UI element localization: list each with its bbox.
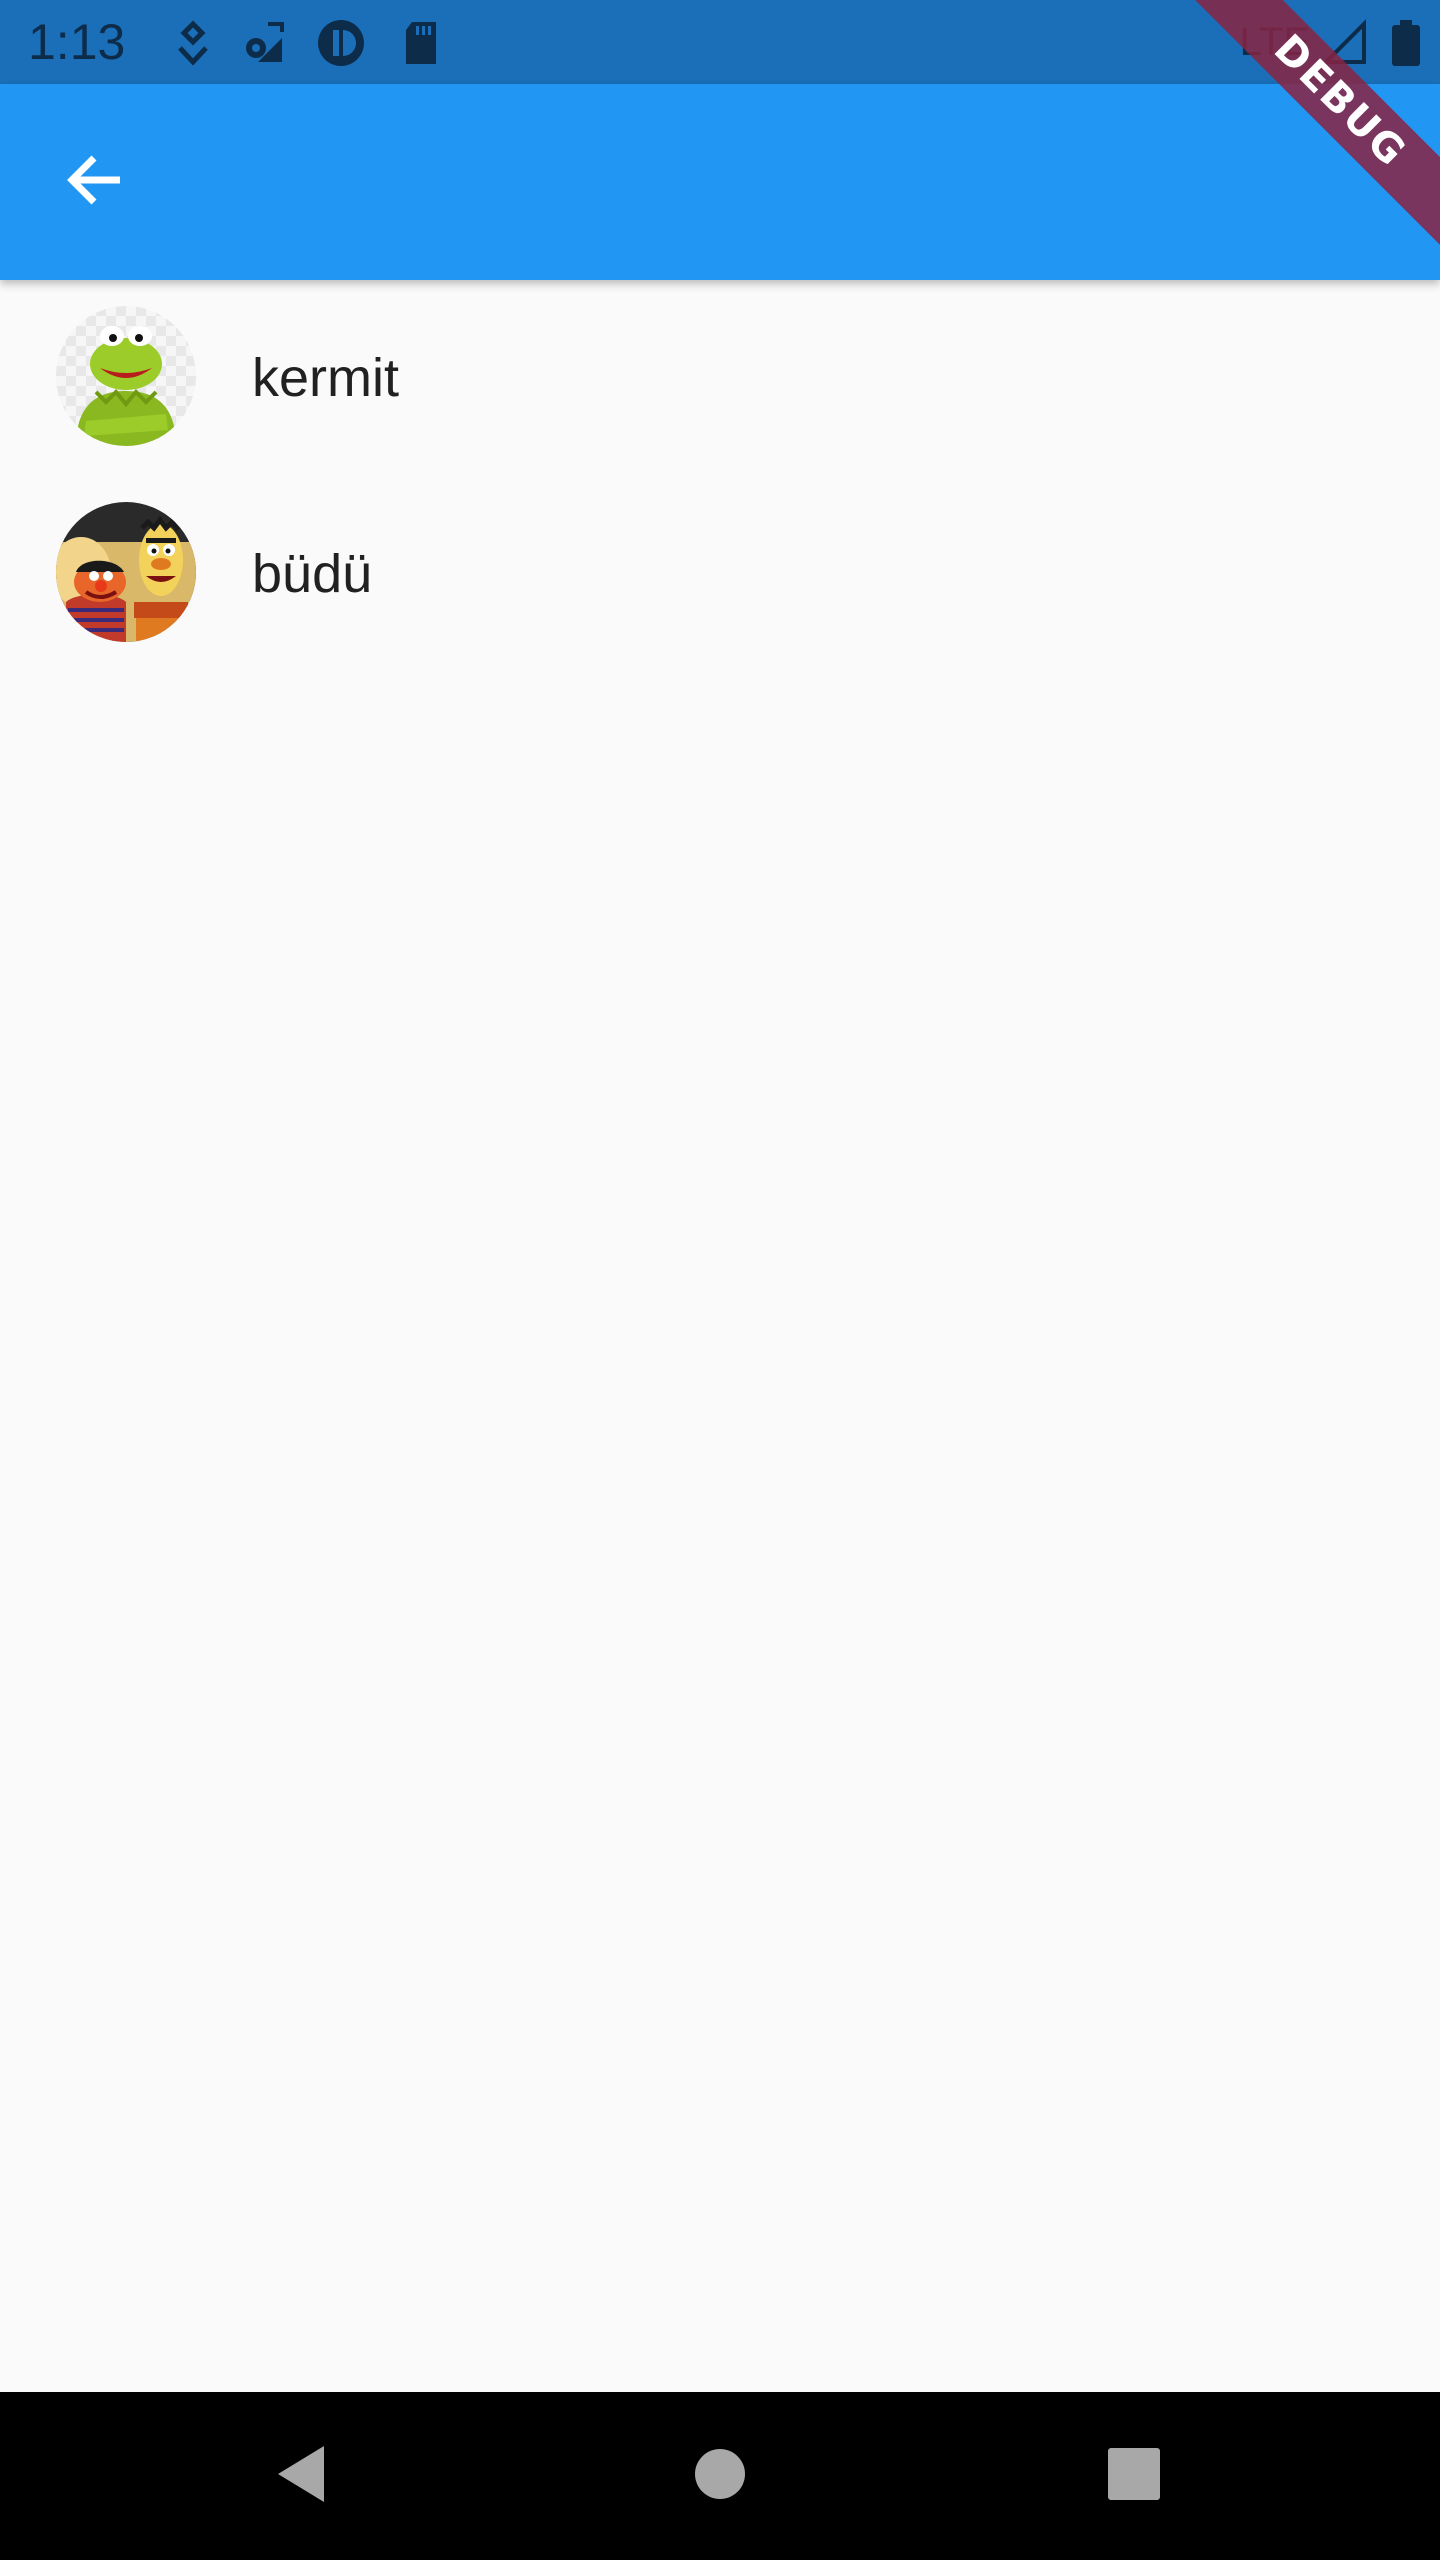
status-time: 1:13 — [28, 14, 126, 70]
nav-home-button[interactable] — [670, 2426, 770, 2526]
app-icon — [316, 18, 366, 68]
bert-ernie-avatar — [56, 502, 196, 642]
back-triangle-icon — [272, 2442, 332, 2511]
kermit-avatar — [56, 306, 196, 446]
location-icon — [168, 18, 218, 68]
app-bar — [0, 84, 1440, 280]
nav-recents-button[interactable] — [1084, 2426, 1184, 2526]
contact-list: kermit büdü — [0, 280, 1440, 672]
arrow-back-icon — [64, 148, 128, 217]
list-item[interactable]: kermit — [0, 280, 1440, 476]
settings-sync-icon — [238, 18, 288, 68]
list-item[interactable]: büdü — [0, 476, 1440, 672]
sd-card-icon — [396, 18, 446, 68]
battery-icon — [1386, 18, 1426, 68]
screen: 1:13 DEBUG kermit büdü — [0, 0, 1440, 2560]
nav-back-button[interactable] — [252, 2426, 352, 2526]
contact-name: kermit — [252, 348, 399, 408]
back-button[interactable] — [48, 134, 144, 230]
recents-square-icon — [1106, 2446, 1162, 2507]
home-circle-icon — [692, 2446, 748, 2507]
navigation-bar — [0, 2392, 1440, 2560]
contact-name: büdü — [252, 544, 373, 604]
